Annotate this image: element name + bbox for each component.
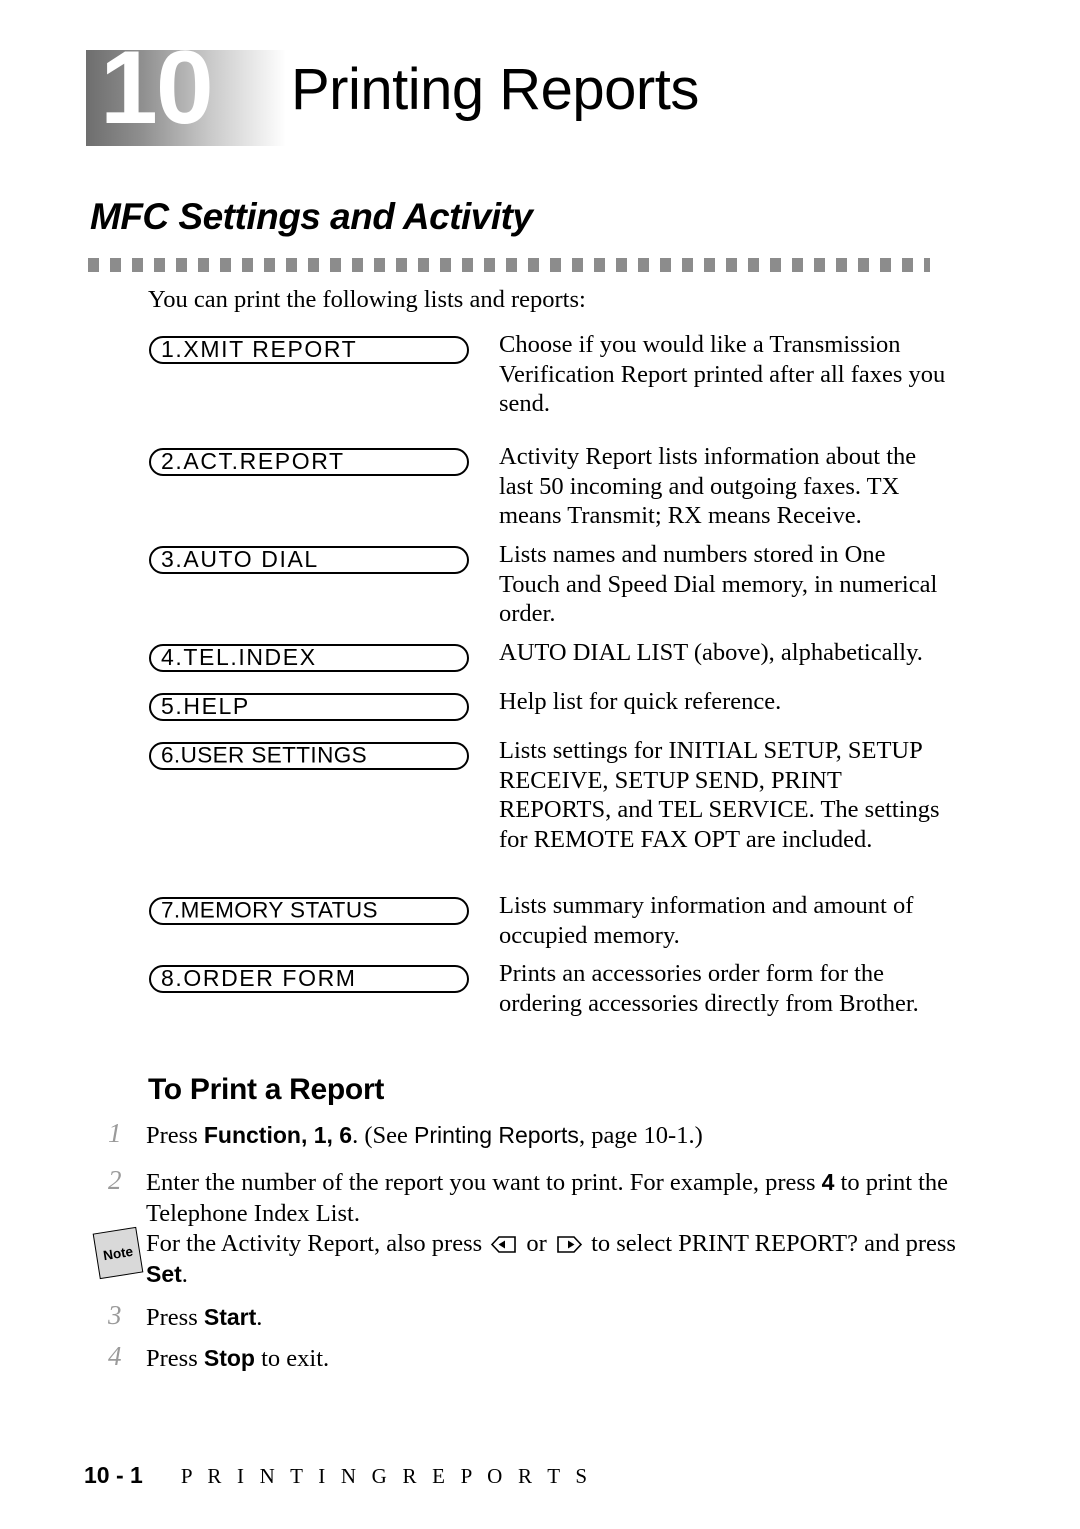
report-row: 4.TEL.INDEX AUTO DIAL LIST (above), alph… bbox=[0, 638, 1080, 687]
lcd-display-text: 3.AUTO DIAL bbox=[161, 545, 319, 572]
lcd-display-text: 5.HELP bbox=[161, 692, 250, 719]
note-icon-label: Note bbox=[102, 1243, 134, 1263]
report-description: AUTO DIAL LIST (above), alphabetically. bbox=[499, 639, 923, 666]
report-description: Choose if you would like a Transmission … bbox=[499, 331, 946, 418]
note-text-middle: to select PRINT REPORT? and press bbox=[584, 1230, 956, 1257]
report-description: Lists names and numbers stored in One To… bbox=[499, 541, 938, 628]
subsection-heading: To Print a Report bbox=[148, 1073, 385, 1106]
step4-key: Stop bbox=[203, 1345, 255, 1371]
report-row: 1.XMIT REPORT Choose if you would like a… bbox=[0, 330, 1080, 442]
report-row: 6.USER SETTINGS Lists settings for INITI… bbox=[0, 736, 1080, 891]
footer-page-number: 10 - 1 bbox=[84, 1462, 143, 1488]
chapter-header: 10 Printing Reports bbox=[86, 36, 946, 148]
step2-key: 4 bbox=[821, 1169, 835, 1195]
report-row: 8.ORDER FORM Prints an accessories order… bbox=[0, 959, 1080, 1029]
chapter-number: 10 bbox=[100, 30, 214, 146]
step1-reference-tail: , page 10-1.) bbox=[578, 1122, 703, 1149]
step1-press-label: Press bbox=[146, 1122, 204, 1149]
step1-after-keys: . (See bbox=[352, 1122, 415, 1149]
section-divider bbox=[88, 258, 930, 272]
step-text: Press Function, 1, 6. (See Printing Repo… bbox=[146, 1120, 968, 1151]
report-description: Activity Report lists information about … bbox=[499, 443, 917, 530]
step3-text-before: Press bbox=[146, 1304, 204, 1331]
step4-text-before: Press bbox=[146, 1345, 204, 1372]
step-text: Press Stop to exit. bbox=[146, 1343, 968, 1374]
report-description: Help list for quick reference. bbox=[499, 688, 782, 715]
lcd-display-text: 4.TEL.INDEX bbox=[161, 643, 317, 670]
report-row: 5.HELP Help list for quick reference. bbox=[0, 687, 1080, 736]
chapter-title: Printing Reports bbox=[291, 57, 699, 122]
report-description: Lists settings for INITIAL SETUP, SETUP … bbox=[499, 737, 940, 853]
lcd-display-help: 5.HELP bbox=[149, 693, 469, 721]
note-text-after: . bbox=[181, 1261, 188, 1288]
note-icon: Note bbox=[92, 1226, 144, 1280]
step1-reference: Printing Reports bbox=[414, 1122, 579, 1148]
report-description: Lists summary information and amount of … bbox=[499, 892, 914, 949]
right-arrow-key-icon bbox=[555, 1231, 583, 1253]
lcd-display-text: 7.MEMORY STATUS bbox=[161, 897, 378, 923]
lcd-display-text: 8.ORDER FORM bbox=[161, 964, 357, 991]
report-row: 3.AUTO DIAL Lists names and numbers stor… bbox=[0, 540, 1080, 638]
note-set-key: Set bbox=[146, 1261, 182, 1287]
report-row: 2.ACT.REPORT Activity Report lists infor… bbox=[0, 442, 1080, 540]
lcd-display-tel-index: 4.TEL.INDEX bbox=[149, 644, 469, 672]
report-description: Prints an accessories order form for the… bbox=[499, 960, 919, 1017]
lcd-display-order-form: 8.ORDER FORM bbox=[149, 965, 469, 993]
step-number: 2 bbox=[108, 1165, 122, 1195]
lcd-display-xmit-report: 1.XMIT REPORT bbox=[149, 336, 469, 364]
lcd-display-text: 6.USER SETTINGS bbox=[161, 742, 368, 768]
lcd-display-memory-status: 7.MEMORY STATUS bbox=[149, 897, 469, 925]
step3-text-after: . bbox=[256, 1304, 263, 1331]
report-list: 1.XMIT REPORT Choose if you would like a… bbox=[0, 330, 1080, 1029]
note-between-keys: or bbox=[520, 1230, 553, 1257]
step3-key: Start bbox=[203, 1304, 257, 1330]
lcd-display-auto-dial: 3.AUTO DIAL bbox=[149, 546, 469, 574]
intro-text: You can print the following lists and re… bbox=[148, 286, 586, 313]
step2-text-before: Enter the number of the report you want … bbox=[146, 1169, 822, 1196]
section-heading: MFC Settings and Activity bbox=[90, 196, 533, 237]
step-number: 1 bbox=[108, 1118, 122, 1148]
step-text: Press Start. bbox=[146, 1302, 968, 1333]
step-text: Enter the number of the report you want … bbox=[146, 1167, 968, 1229]
lcd-display-text: 1.XMIT REPORT bbox=[161, 335, 358, 362]
lcd-display-user-settings: 6.USER SETTINGS bbox=[149, 742, 469, 770]
chapter-number-badge: 10 bbox=[86, 36, 286, 146]
step-number: 4 bbox=[108, 1341, 122, 1371]
lcd-display-act-report: 2.ACT.REPORT bbox=[149, 448, 469, 476]
lcd-display-text: 2.ACT.REPORT bbox=[161, 447, 345, 474]
page-footer: 10 - 1 P R I N T I N G R E P O R T S bbox=[84, 1462, 592, 1489]
step1-keys: Function, 1, 6 bbox=[203, 1122, 353, 1148]
footer-chapter-title: P R I N T I N G R E P O R T S bbox=[180, 1464, 593, 1488]
report-row: 7.MEMORY STATUS Lists summary informatio… bbox=[0, 891, 1080, 959]
step4-text-after: to exit. bbox=[254, 1345, 330, 1372]
step-number: 3 bbox=[108, 1300, 122, 1330]
note-text: For the Activity Report, also press or t… bbox=[146, 1228, 966, 1290]
left-arrow-key-icon bbox=[490, 1231, 518, 1253]
note-text-before: For the Activity Report, also press bbox=[146, 1230, 489, 1257]
manual-page: 10 Printing Reports MFC Settings and Act… bbox=[0, 0, 1080, 1529]
